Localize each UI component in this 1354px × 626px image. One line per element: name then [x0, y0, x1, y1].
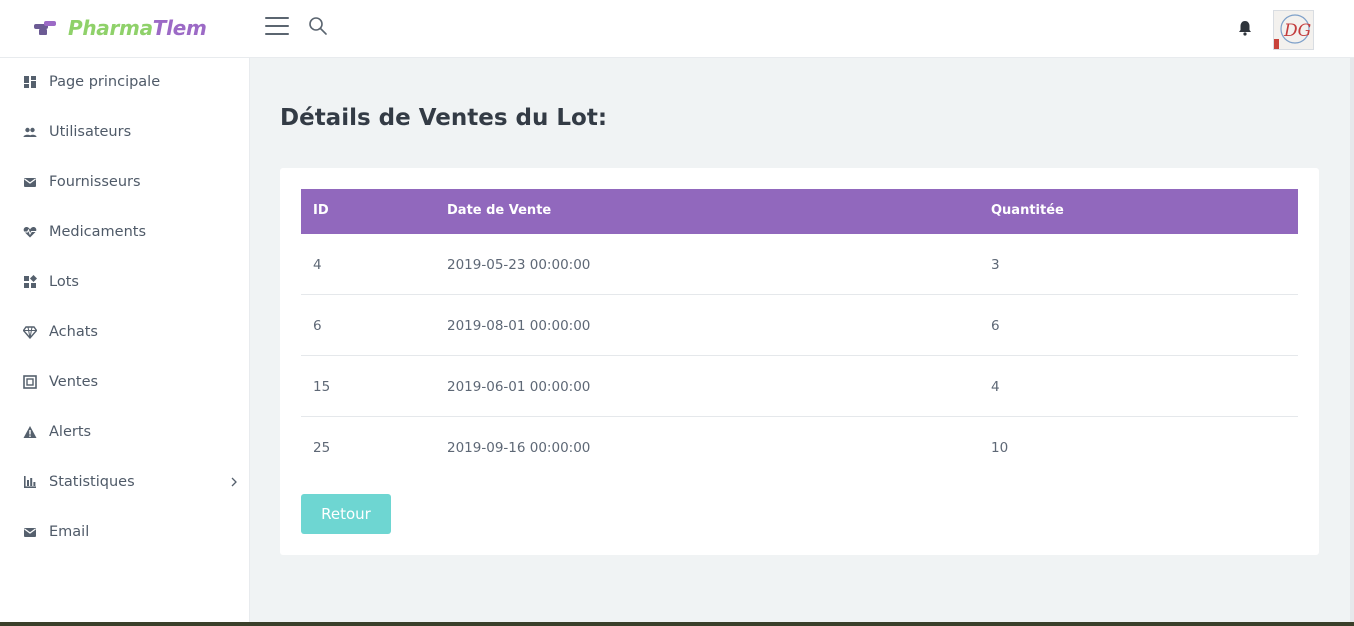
search-icon[interactable] [308, 16, 328, 36]
cell-id: 25 [313, 440, 331, 456]
sidebar-item-medicaments[interactable]: Medicaments [0, 214, 250, 250]
diamond-icon [23, 326, 37, 339]
envelope-icon [24, 528, 36, 537]
sidebar-item-label: Alerts [49, 424, 92, 440]
hamburger-icon[interactable] [265, 17, 289, 35]
sidebar-item-label: Lots [49, 274, 79, 290]
sidebar-item-fournisseurs[interactable]: Fournisseurs [0, 164, 250, 200]
back-button[interactable]: Retour [301, 494, 391, 534]
sidebar-item-email[interactable]: Email [0, 514, 250, 550]
avatar-image: DG [1274, 11, 1313, 49]
sidebar-item-label: Medicaments [49, 224, 146, 240]
scrollbar[interactable] [1350, 58, 1354, 626]
heart-pulse-icon [23, 226, 37, 238]
table-row: 25 2019-09-16 00:00:00 10 [301, 417, 1298, 478]
column-header-id: ID [313, 203, 329, 218]
page-title: Détails de Ventes du Lot: [280, 105, 608, 131]
cell-quantity: 10 [991, 440, 1009, 456]
avatar[interactable]: DG [1273, 10, 1314, 50]
sidebar-item-label: Achats [49, 324, 98, 340]
cell-date: 2019-09-16 00:00:00 [447, 440, 591, 456]
sidebar-item-utilisateurs[interactable]: Utilisateurs [0, 114, 250, 150]
cell-quantity: 3 [991, 257, 1000, 273]
sidebar-item-label: Email [49, 524, 90, 540]
top-navbar: PharmaTlem DG [0, 0, 1354, 58]
column-header-date: Date de Vente [447, 203, 552, 218]
sidebar-item-achats[interactable]: Achats [0, 314, 250, 350]
table-row: 6 2019-08-01 00:00:00 6 [301, 295, 1298, 356]
users-icon [23, 127, 37, 137]
cell-id: 15 [313, 379, 331, 395]
sidebar-item-page-principale[interactable]: Page principale [0, 64, 250, 100]
cell-id: 6 [313, 318, 322, 334]
cell-date: 2019-08-01 00:00:00 [447, 318, 591, 334]
sidebar-item-label: Utilisateurs [49, 124, 132, 140]
warning-icon [23, 426, 37, 438]
blocks-icon [24, 275, 37, 288]
cell-quantity: 6 [991, 318, 1000, 334]
sidebar-item-label: Statistiques [49, 474, 135, 490]
cell-quantity: 4 [991, 379, 1000, 395]
dashboard-icon [24, 76, 36, 88]
table-row: 15 2019-06-01 00:00:00 4 [301, 356, 1298, 417]
brand-name: PharmaTlem [68, 16, 207, 40]
chevron-right-icon [231, 477, 237, 487]
sidebar-item-label: Page principale [49, 74, 161, 90]
brand-logo[interactable]: PharmaTlem [32, 10, 207, 46]
cell-date: 2019-06-01 00:00:00 [447, 379, 591, 395]
register-icon [23, 375, 37, 389]
bar-chart-icon [24, 476, 36, 488]
cell-id: 4 [313, 257, 322, 273]
sidebar-item-label: Ventes [49, 374, 99, 390]
pill-logo-icon [34, 21, 56, 35]
sidebar-item-statistiques[interactable]: Statistiques [0, 464, 250, 500]
sidebar: Page principale Utilisateurs Fournisseur… [0, 58, 250, 626]
taskbar-edge [0, 622, 1354, 626]
sidebar-item-ventes[interactable]: Ventes [0, 364, 250, 400]
sidebar-item-label: Fournisseurs [49, 174, 141, 190]
table-header: ID Date de Vente Quantitée [301, 189, 1298, 234]
svg-text:DG: DG [1283, 21, 1311, 41]
table-row: 4 2019-05-23 00:00:00 3 [301, 234, 1298, 295]
cell-date: 2019-05-23 00:00:00 [447, 257, 591, 273]
sidebar-item-alerts[interactable]: Alerts [0, 414, 250, 450]
column-header-quantity: Quantitée [991, 203, 1064, 218]
sidebar-item-lots[interactable]: Lots [0, 264, 250, 300]
envelope-icon [24, 178, 36, 187]
bell-icon[interactable] [1236, 19, 1254, 37]
